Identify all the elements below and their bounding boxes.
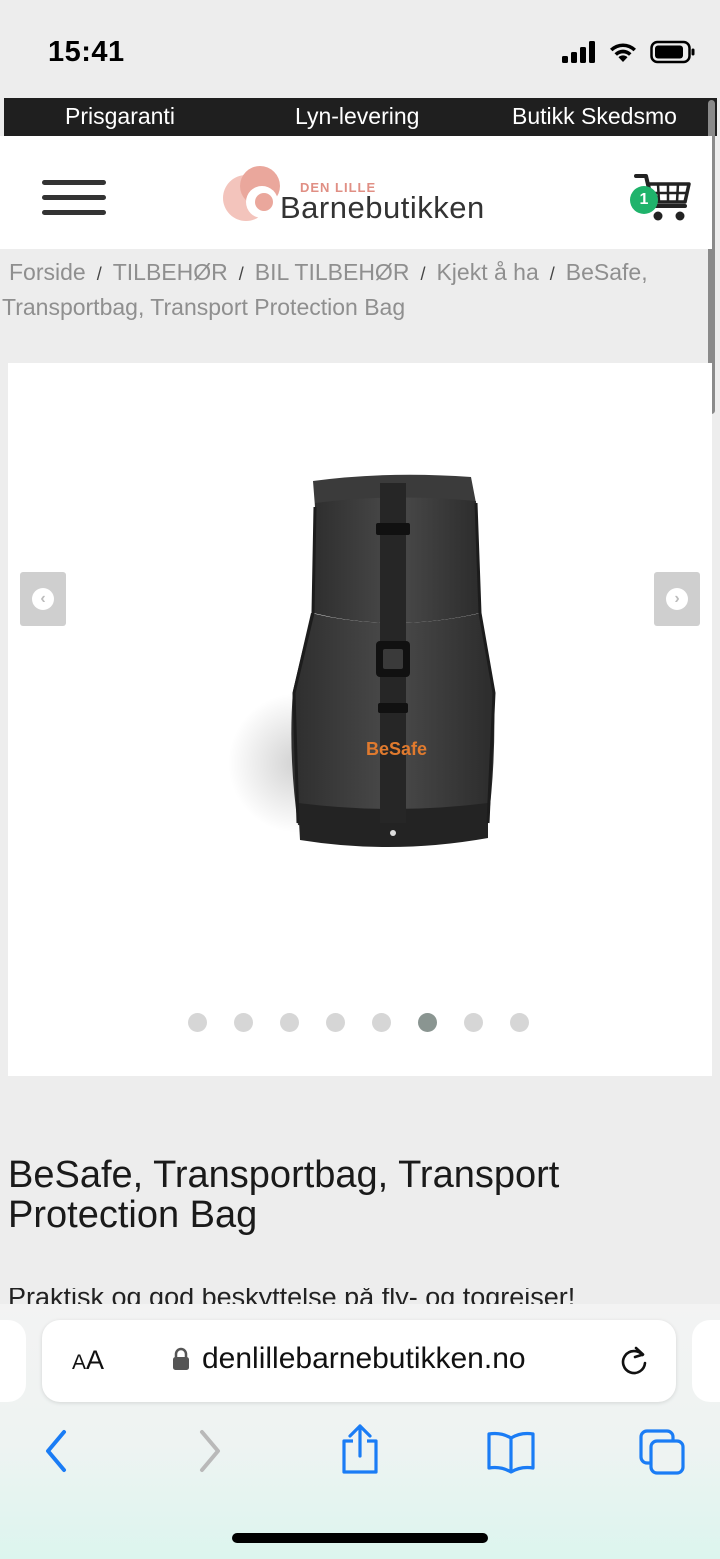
product-title: BeSafe, Transportbag, Transport Protecti… bbox=[8, 1154, 560, 1236]
breadcrumb-nice-to-have[interactable]: Kjekt å ha bbox=[436, 259, 538, 285]
gallery-prev-button[interactable]: ‹ bbox=[20, 572, 66, 626]
gallery-dot[interactable] bbox=[234, 1013, 253, 1032]
cart-button[interactable]: 1 bbox=[628, 172, 692, 224]
previous-tab-peek[interactable] bbox=[0, 1320, 26, 1402]
gallery-dot-active[interactable] bbox=[418, 1013, 437, 1032]
gallery-dots bbox=[188, 1013, 529, 1032]
breadcrumb-separator: / bbox=[96, 264, 102, 284]
breadcrumb-accessories[interactable]: TILBEHØR bbox=[113, 259, 228, 285]
product-image: BeSafe bbox=[228, 474, 496, 848]
menu-icon[interactable] bbox=[42, 180, 106, 216]
breadcrumb-separator: / bbox=[420, 264, 426, 284]
tabs-icon[interactable] bbox=[638, 1428, 686, 1476]
lock-icon bbox=[173, 1347, 189, 1370]
breadcrumb-separator: / bbox=[549, 264, 555, 284]
url-display[interactable]: denlillebarnebutikken.no bbox=[172, 1342, 526, 1376]
gallery-dot[interactable] bbox=[326, 1013, 345, 1032]
promo-price-guarantee[interactable]: Prisgaranti bbox=[65, 103, 175, 130]
gallery-next-button[interactable]: › bbox=[654, 572, 700, 626]
product-description: Praktisk og god beskyttelse på fly- og t… bbox=[8, 1288, 708, 1304]
breadcrumb-current-product-cont: Transportbag, Transport Protection Bag bbox=[2, 294, 406, 320]
site-header: DEN LILLE Barnebutikken 1 bbox=[0, 136, 712, 249]
cellular-signal-icon bbox=[562, 41, 595, 63]
breadcrumb-current-product: BeSafe, bbox=[565, 259, 648, 285]
home-indicator bbox=[232, 1533, 488, 1543]
promo-bar: Prisgaranti Lyn-levering Butikk Skedsmo bbox=[4, 98, 717, 136]
status-time: 15:41 bbox=[48, 36, 125, 68]
next-tab-peek[interactable] bbox=[692, 1320, 720, 1402]
breadcrumb-separator: / bbox=[238, 264, 244, 284]
gallery-dot[interactable] bbox=[188, 1013, 207, 1032]
forward-icon[interactable] bbox=[194, 1426, 226, 1476]
site-logo[interactable]: DEN LILLE Barnebutikken bbox=[220, 162, 510, 226]
brand-label: BeSafe bbox=[366, 739, 427, 759]
promo-store-skedsmo[interactable]: Butikk Skedsmo bbox=[512, 103, 677, 130]
promo-fast-delivery[interactable]: Lyn-levering bbox=[295, 103, 419, 130]
product-gallery[interactable]: BeSafe ‹ › bbox=[8, 363, 712, 1076]
url-text: denlillebarnebutikken.no bbox=[202, 1342, 526, 1375]
gallery-dot[interactable] bbox=[510, 1013, 529, 1032]
share-icon[interactable] bbox=[338, 1422, 382, 1476]
chevron-right-icon: › bbox=[666, 588, 688, 610]
product-description-text: Praktisk og god beskyttelse på fly- og t… bbox=[8, 1288, 576, 1304]
status-bar: 15:41 bbox=[0, 0, 720, 98]
breadcrumb-car-accessories[interactable]: BIL TILBEHØR bbox=[255, 259, 410, 285]
wifi-icon bbox=[610, 43, 636, 62]
text-size-big-a: A bbox=[86, 1345, 105, 1375]
text-size-button[interactable]: AA bbox=[72, 1345, 104, 1376]
back-icon[interactable] bbox=[40, 1426, 72, 1476]
status-icons bbox=[562, 40, 696, 64]
reload-icon[interactable] bbox=[618, 1344, 650, 1378]
gallery-dot[interactable] bbox=[372, 1013, 391, 1032]
breadcrumb: Forside / TILBEHØR / BIL TILBEHØR / Kjekt å ha… bbox=[0, 256, 712, 324]
gallery-dot[interactable] bbox=[280, 1013, 299, 1032]
battery-icon bbox=[650, 40, 695, 64]
gallery-dot[interactable] bbox=[464, 1013, 483, 1032]
text-size-small-a: A bbox=[72, 1351, 87, 1374]
cart-count-badge: 1 bbox=[630, 186, 658, 214]
chevron-left-icon: ‹ bbox=[32, 588, 54, 610]
breadcrumb-home[interactable]: Forside bbox=[9, 259, 86, 285]
bookmarks-icon[interactable] bbox=[486, 1430, 536, 1474]
address-bar[interactable]: AA denlillebarnebutikken.no bbox=[42, 1320, 676, 1402]
logo-big-text: Barnebutikken bbox=[280, 190, 485, 225]
